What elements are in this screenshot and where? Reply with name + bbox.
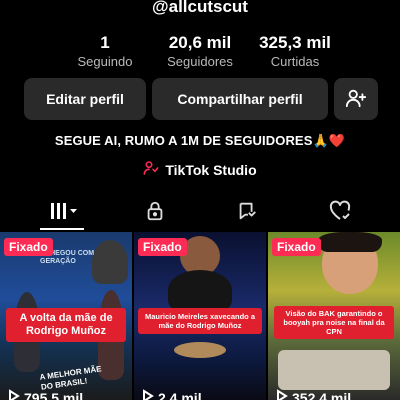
bio: SEGUE AI, RUMO A 1M DE SEGUIDORES🙏❤️ xyxy=(0,133,400,149)
stat-following[interactable]: 1 Seguindo xyxy=(65,33,145,71)
video-caption: Mauricio Meireles xavecando a mãe do Rod… xyxy=(138,308,262,334)
video-tile[interactable]: Fixado Visão do BAK garantindo o booyah … xyxy=(268,232,400,400)
thumbnail-figure xyxy=(318,232,382,252)
bio-emoji: 🙏❤️ xyxy=(312,133,346,148)
tab-liked[interactable] xyxy=(325,200,355,226)
play-icon xyxy=(142,389,154,400)
view-count-value: 2,4 mil xyxy=(158,389,202,400)
thumbnail-figure xyxy=(92,240,128,284)
username: @allcutscut xyxy=(152,0,248,16)
view-count: 795,5 mil xyxy=(8,389,83,400)
bio-text: SEGUE AI, RUMO A 1M DE SEGUIDORES xyxy=(54,133,313,148)
likes-label: Curtidas xyxy=(270,54,320,69)
thumbnail-figure xyxy=(278,350,390,390)
following-count: 1 xyxy=(100,33,110,52)
add-friend-icon xyxy=(345,87,367,112)
followers-label: Seguidores xyxy=(167,54,233,69)
view-count-value: 352,4 mil xyxy=(292,389,352,400)
video-caption: A volta da mãe de Rodrigo Muñoz xyxy=(6,308,126,343)
followers-count: 20,6 mil xyxy=(168,33,232,52)
view-count: 352,4 mil xyxy=(276,389,351,400)
tab-reposts[interactable] xyxy=(232,200,262,226)
view-count-value: 795,5 mil xyxy=(24,389,84,400)
view-count: 2,4 mil xyxy=(142,389,202,400)
stats-row: 1 Seguindo 20,6 mil Seguidores 325,3 mil… xyxy=(0,33,400,73)
repost-icon xyxy=(236,200,258,227)
stat-followers[interactable]: 20,6 mil Seguidores xyxy=(155,33,245,71)
tab-private[interactable] xyxy=(140,200,170,226)
tiktok-studio-icon xyxy=(143,160,159,179)
share-profile-button[interactable]: Compartilhar perfil xyxy=(152,78,328,120)
tiktok-studio-label: TikTok Studio xyxy=(165,161,257,178)
pinned-badge: Fixado xyxy=(4,238,53,256)
thumbnail-figure xyxy=(174,342,226,358)
stat-likes[interactable]: 325,3 mil Curtidas xyxy=(250,33,340,71)
video-grid: ACHEGOU COM GERAÇÃO A MELHOR MÃE DO BRAS… xyxy=(0,232,400,400)
lock-icon xyxy=(144,200,166,227)
likes-count: 325,3 mil xyxy=(259,33,331,52)
profile-actions: Editar perfil Compartilhar perfil xyxy=(0,78,400,120)
tab-videos[interactable] xyxy=(44,200,84,226)
thumbnail-figure xyxy=(168,270,232,310)
profile-tabs xyxy=(0,196,400,230)
play-icon xyxy=(276,389,288,400)
grid-icon xyxy=(49,201,79,226)
pinned-badge: Fixado xyxy=(272,238,321,256)
liked-icon xyxy=(328,200,352,227)
tiktok-studio-link[interactable]: TikTok Studio xyxy=(0,160,400,179)
following-label: Seguindo xyxy=(77,54,133,69)
active-tab-indicator xyxy=(40,228,84,230)
video-tile[interactable]: ACHEGOU COM GERAÇÃO A MELHOR MÃE DO BRAS… xyxy=(0,232,132,400)
video-caption: Visão do BAK garantindo o booyah pra noi… xyxy=(274,306,394,339)
add-friend-button[interactable] xyxy=(334,78,378,120)
thumbnail-text: A MELHOR MÃE DO BRASIL! xyxy=(39,364,103,392)
pinned-badge: Fixado xyxy=(138,238,187,256)
play-icon xyxy=(8,389,20,400)
edit-profile-button[interactable]: Editar perfil xyxy=(24,78,146,120)
video-tile[interactable]: Fixado Mauricio Meireles xavecando a mãe… xyxy=(134,232,266,400)
